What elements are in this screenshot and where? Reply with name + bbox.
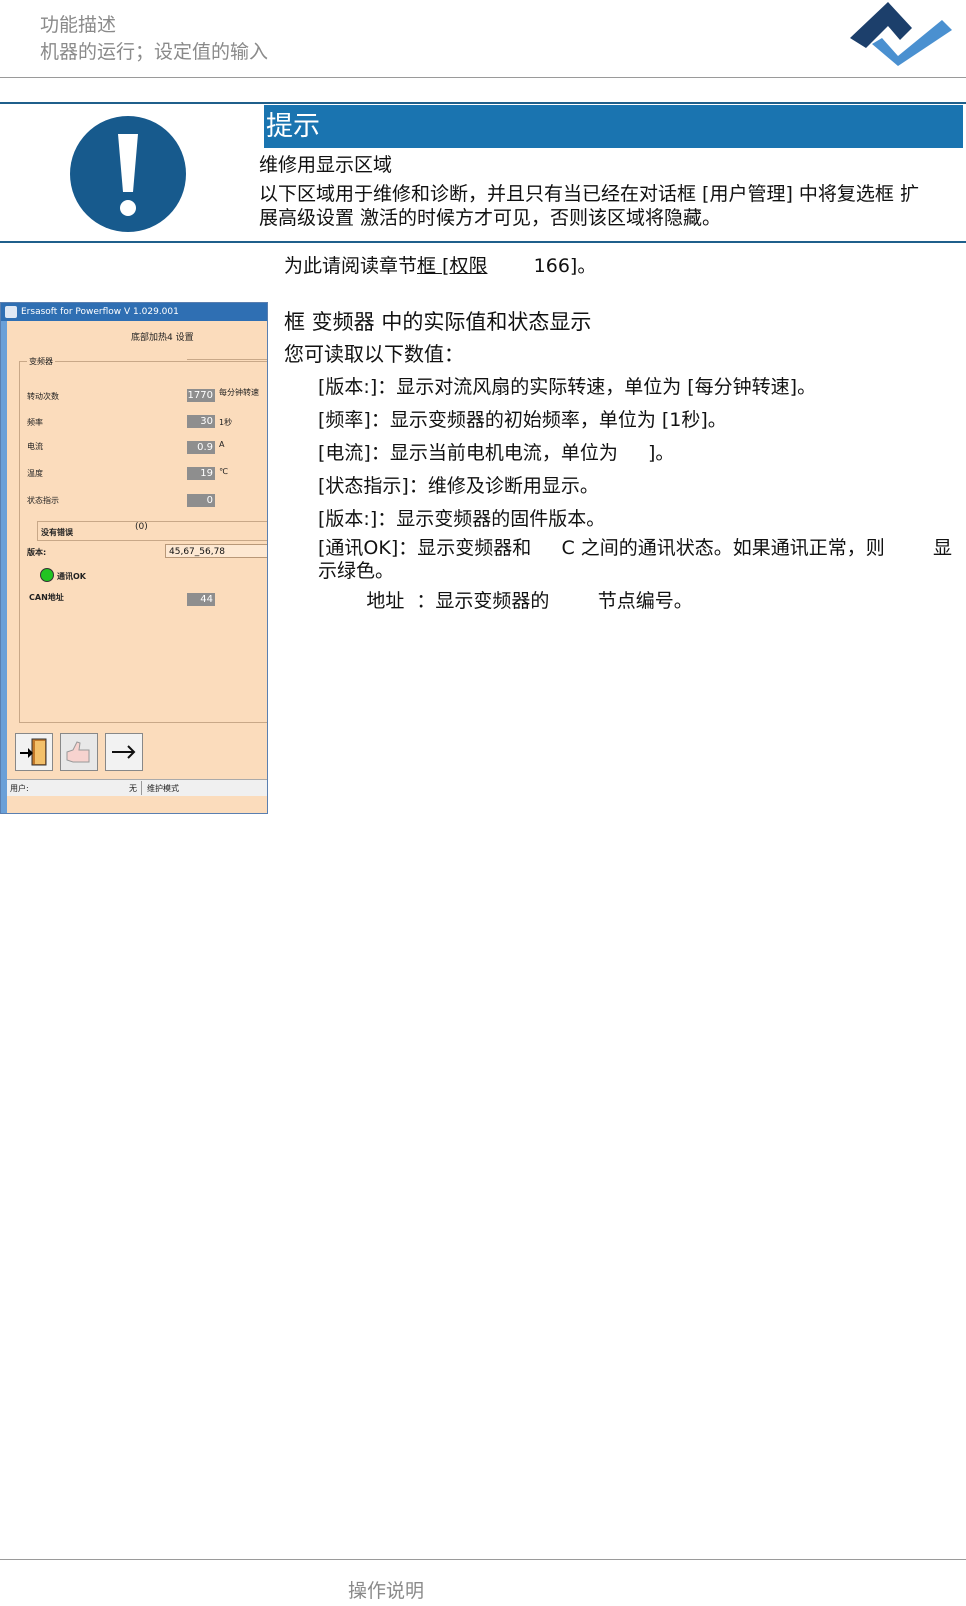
value-rpm: 1770 xyxy=(187,389,215,402)
value-current: 0.9 xyxy=(187,441,215,454)
reference-line: 为此请阅读章节框 [权限 166]。 xyxy=(284,254,596,278)
notice-subtitle: 维修用显示区域 xyxy=(259,154,393,176)
can-value: 44 xyxy=(187,593,215,606)
row-label-frequency: 频率 xyxy=(27,418,43,427)
reference-link[interactable]: 框 [权限 xyxy=(417,255,503,277)
group-line xyxy=(187,359,267,360)
footer-divider xyxy=(0,1559,966,1560)
list-item: [版本:]：显示对流风扇的实际转速，单位为 [每分钟转速]。 xyxy=(318,376,817,398)
list-item: [电流]：显示当前电机电流，单位为 ]。 xyxy=(318,442,675,464)
window-icon xyxy=(5,306,17,318)
arrow-right-icon xyxy=(112,745,136,759)
footer-text: 操作说明 xyxy=(348,1580,425,1602)
list-item: [通讯OK]：显示变频器和 C 之间的通讯状态。如果通讯正常，则 显 xyxy=(318,537,953,559)
reference-page: 166]。 xyxy=(503,255,597,277)
unit-temperature: ℃ xyxy=(219,467,228,476)
group-label: 变频器 xyxy=(27,356,55,367)
notice-body-line2: 展高级设置 激活的时候方才可见，否则该区域将隐藏。 xyxy=(259,207,722,229)
company-logo xyxy=(850,2,952,66)
statusbar-user: 用户: xyxy=(10,784,29,793)
exit-button[interactable] xyxy=(15,733,53,771)
list-item: [频率]：显示变频器的初始频率，单位为 [1秒]。 xyxy=(318,409,727,431)
notice-body-line1: 以下区域用于维修和诊断，并且只有当已经在对话框 [用户管理] 中将复选框 扩 xyxy=(259,183,919,205)
section-intro: 您可读取以下数值： xyxy=(284,342,464,366)
statusbar-divider xyxy=(141,781,142,795)
group-frame xyxy=(19,361,267,723)
notice-top-rule xyxy=(0,102,966,104)
header-line2: 机器的运行；设定值的输入 xyxy=(40,41,269,63)
app-screenshot: Ersasoft for Powerflow V 1.029.001 底部加热4… xyxy=(0,302,268,814)
notice-bottom-rule xyxy=(0,241,966,243)
list-item: [版本:]：显示变频器的固件版本。 xyxy=(318,508,606,530)
unit-rpm: 每分钟转速 xyxy=(219,388,259,397)
window-title: Ersasoft for Powerflow V 1.029.001 xyxy=(21,307,179,317)
next-button[interactable] xyxy=(105,733,143,771)
notice-heading: 提示 xyxy=(264,105,963,148)
exit-door-icon xyxy=(20,738,47,766)
value-temperature: 19 xyxy=(187,467,215,480)
header-line1: 功能描述 xyxy=(40,14,117,36)
can-label: CAN地址 xyxy=(29,593,64,602)
panel-title: 底部加热4 设置 xyxy=(131,333,194,343)
row-label-rpm: 转动次数 xyxy=(27,392,59,401)
status-text: 没有错误 xyxy=(41,528,73,537)
confirm-button[interactable] xyxy=(60,733,98,771)
value-status: 0 xyxy=(187,494,215,507)
unit-current: A xyxy=(219,440,225,449)
comm-led-icon xyxy=(40,568,54,582)
reference-text: 为此请阅读章节 xyxy=(284,255,418,277)
statusbar: 用户: 无 维护模式 xyxy=(7,779,267,796)
thumbs-up-icon xyxy=(66,741,90,763)
row-label-status: 状态指示 xyxy=(27,496,59,505)
window-left-border xyxy=(1,321,7,813)
row-label-temperature: 温度 xyxy=(27,469,43,478)
row-label-current: 电流 xyxy=(27,442,43,451)
status-code: (0) xyxy=(135,522,148,532)
list-item: 地址 ：显示变频器的 节点编号。 xyxy=(318,590,693,612)
window-titlebar: Ersasoft for Powerflow V 1.029.001 xyxy=(1,303,267,321)
exclamation-icon xyxy=(70,116,186,232)
value-frequency: 30 xyxy=(187,415,215,428)
list-item: [状态指示]：维修及诊断用显示。 xyxy=(318,475,599,497)
statusbar-mode: 维护模式 xyxy=(147,784,179,793)
header-divider xyxy=(0,77,966,78)
statusbar-none: 无 xyxy=(129,784,137,793)
list-item: 示绿色。 xyxy=(318,560,395,582)
comm-label: 通讯OK xyxy=(57,572,86,581)
unit-frequency: 1秒 xyxy=(219,418,233,427)
version-label: 版本: xyxy=(27,548,47,557)
section-title: 框 变频器 中的实际值和状态显示 xyxy=(284,310,592,334)
version-field: 45,67_56,78 xyxy=(165,544,267,558)
